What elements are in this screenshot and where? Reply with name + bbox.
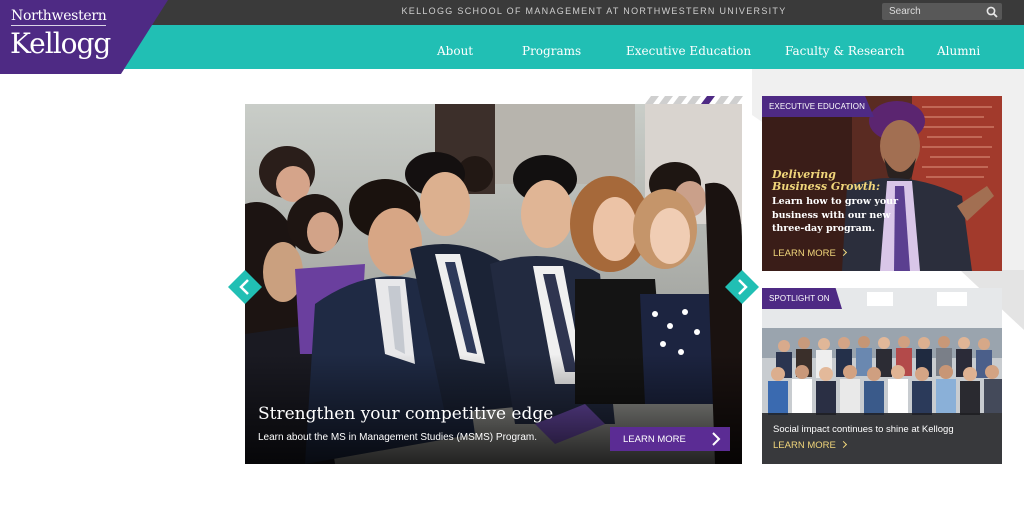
spotlight-card[interactable]: SPOTLIGHT ON Social impact continues to … xyxy=(762,288,1002,464)
logo-kellogg: Kellogg xyxy=(10,27,111,60)
chevron-right-icon xyxy=(839,248,847,257)
chevron-right-icon xyxy=(839,440,847,449)
exec-ed-headline-line2: Business Growth: xyxy=(772,180,881,193)
exec-ed-learn-more-label: LEARN MORE xyxy=(773,248,836,259)
nav-about[interactable]: About xyxy=(437,44,473,58)
logo-rule xyxy=(11,25,106,26)
hero-learn-more-button[interactable]: LEARN MORE xyxy=(610,427,730,451)
spotlight-learn-more-link[interactable]: LEARN MORE xyxy=(773,440,847,451)
hero-subtitle: Learn about the MS in Management Studies… xyxy=(258,432,538,443)
card-tag-spotlight: SPOTLIGHT ON xyxy=(769,294,830,303)
exec-ed-learn-more-link[interactable]: LEARN MORE xyxy=(773,248,847,259)
logo-northwestern: Northwestern xyxy=(11,8,107,24)
nav-faculty-research[interactable]: Faculty & Research xyxy=(785,44,905,58)
executive-education-card[interactable]: EXECUTIVE EDUCATION Delivering Business … xyxy=(762,96,1002,271)
search-box[interactable] xyxy=(882,3,1002,20)
card-tag-executive-education: EXECUTIVE EDUCATION xyxy=(769,102,865,111)
spotlight-caption: Social impact continues to shine at Kell… xyxy=(773,424,954,435)
hero-learn-more-label: LEARN MORE xyxy=(623,434,686,445)
hero-title: Strengthen your competitive edge xyxy=(258,404,554,424)
hero-slide[interactable]: Strengthen your competitive edge Learn a… xyxy=(245,104,742,464)
carousel-prev-button[interactable] xyxy=(227,269,263,305)
search-icon[interactable] xyxy=(986,6,998,18)
carousel-next-button[interactable] xyxy=(724,269,760,305)
nav-programs[interactable]: Programs xyxy=(522,44,581,58)
nav-executive-education[interactable]: Executive Education xyxy=(626,44,751,58)
search-input[interactable] xyxy=(882,3,982,20)
chevron-right-icon xyxy=(712,432,721,446)
exec-ed-body: Learn how to grow your business with our… xyxy=(772,196,899,234)
slide-indicator-stripes xyxy=(645,96,743,104)
spotlight-learn-more-label: LEARN MORE xyxy=(773,440,836,451)
nav-alumni[interactable]: Alumni xyxy=(937,44,980,58)
main-nav: About Programs Executive Education Facul… xyxy=(0,25,1024,69)
exec-ed-headline: Delivering Business Growth: xyxy=(772,169,880,193)
spotlight-photo xyxy=(762,288,1002,464)
